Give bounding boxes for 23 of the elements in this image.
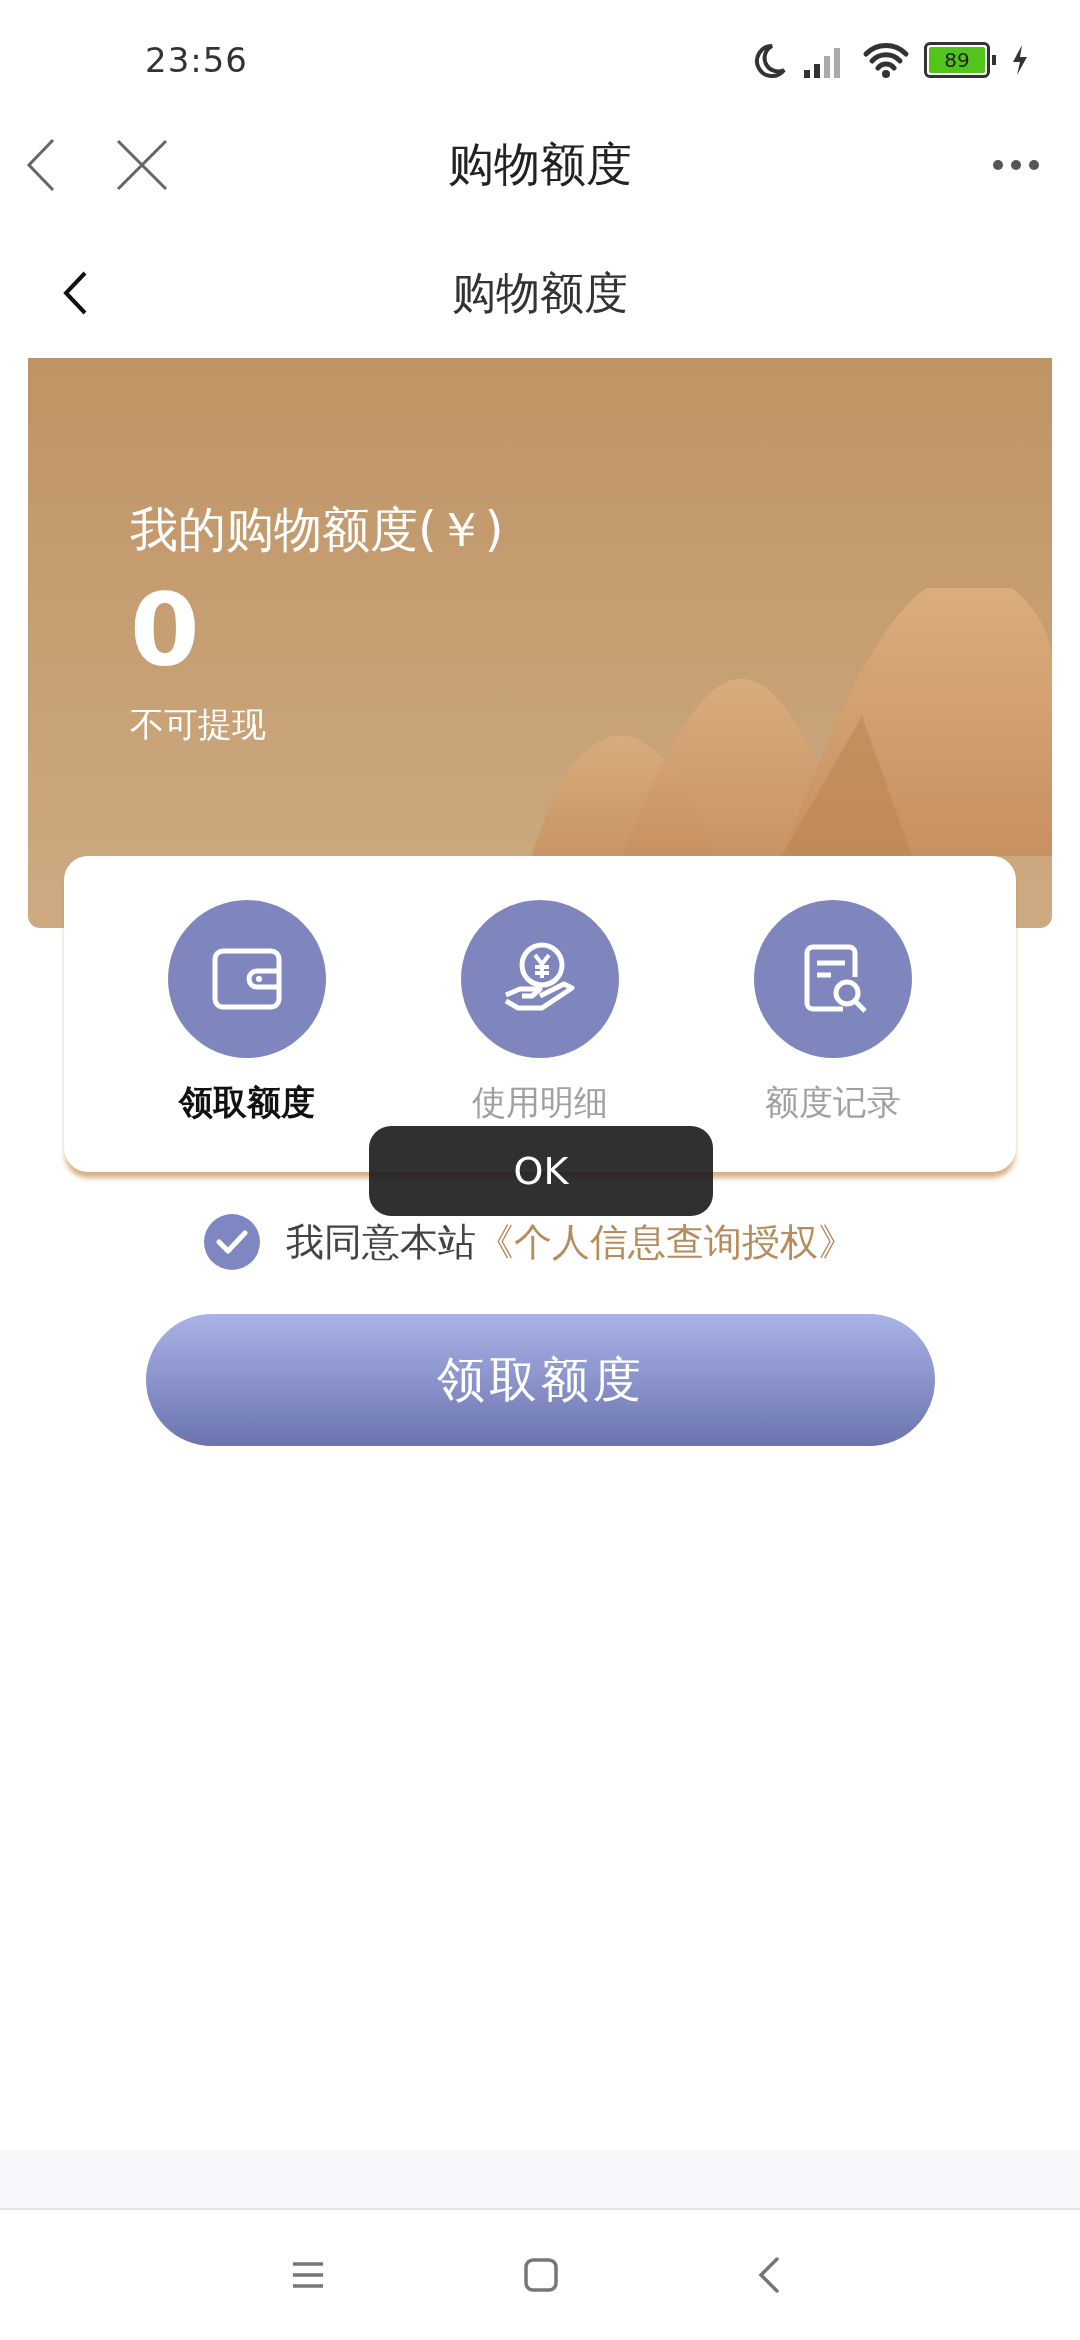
ok-toast: OK — [369, 1126, 713, 1216]
menu-item[interactable]: 领取额度 — [146, 900, 347, 1126]
menu-icon[interactable] — [292, 2261, 324, 2289]
battery-level: 89 — [929, 47, 985, 73]
menu-item[interactable]: 额度记录 — [733, 900, 934, 1126]
quota-label: 我的购物额度(￥) — [130, 500, 504, 559]
clock-time: 23:56 — [145, 40, 248, 80]
agreement-text: 我同意本站《个人信息查询授权》 — [286, 1218, 856, 1266]
back-icon[interactable] — [62, 270, 88, 316]
wifi-icon — [862, 40, 910, 80]
authorization-link[interactable]: 《个人信息查询授权》 — [476, 1219, 856, 1264]
close-icon[interactable] — [116, 139, 168, 191]
charging-icon — [1010, 43, 1030, 77]
withdraw-note: 不可提现 — [130, 703, 266, 746]
page-title: 购物额度 — [452, 265, 628, 320]
check-icon — [216, 1229, 248, 1255]
quota-amount: 0 — [130, 576, 200, 686]
window-title: 购物额度 — [448, 136, 632, 193]
claim-button[interactable]: 领取额度 — [146, 1314, 935, 1446]
more-icon[interactable] — [992, 159, 1040, 171]
home-icon[interactable] — [524, 2258, 558, 2292]
menu-item[interactable]: 使用明细 — [440, 900, 640, 1126]
agree-checkbox[interactable] — [204, 1214, 260, 1270]
